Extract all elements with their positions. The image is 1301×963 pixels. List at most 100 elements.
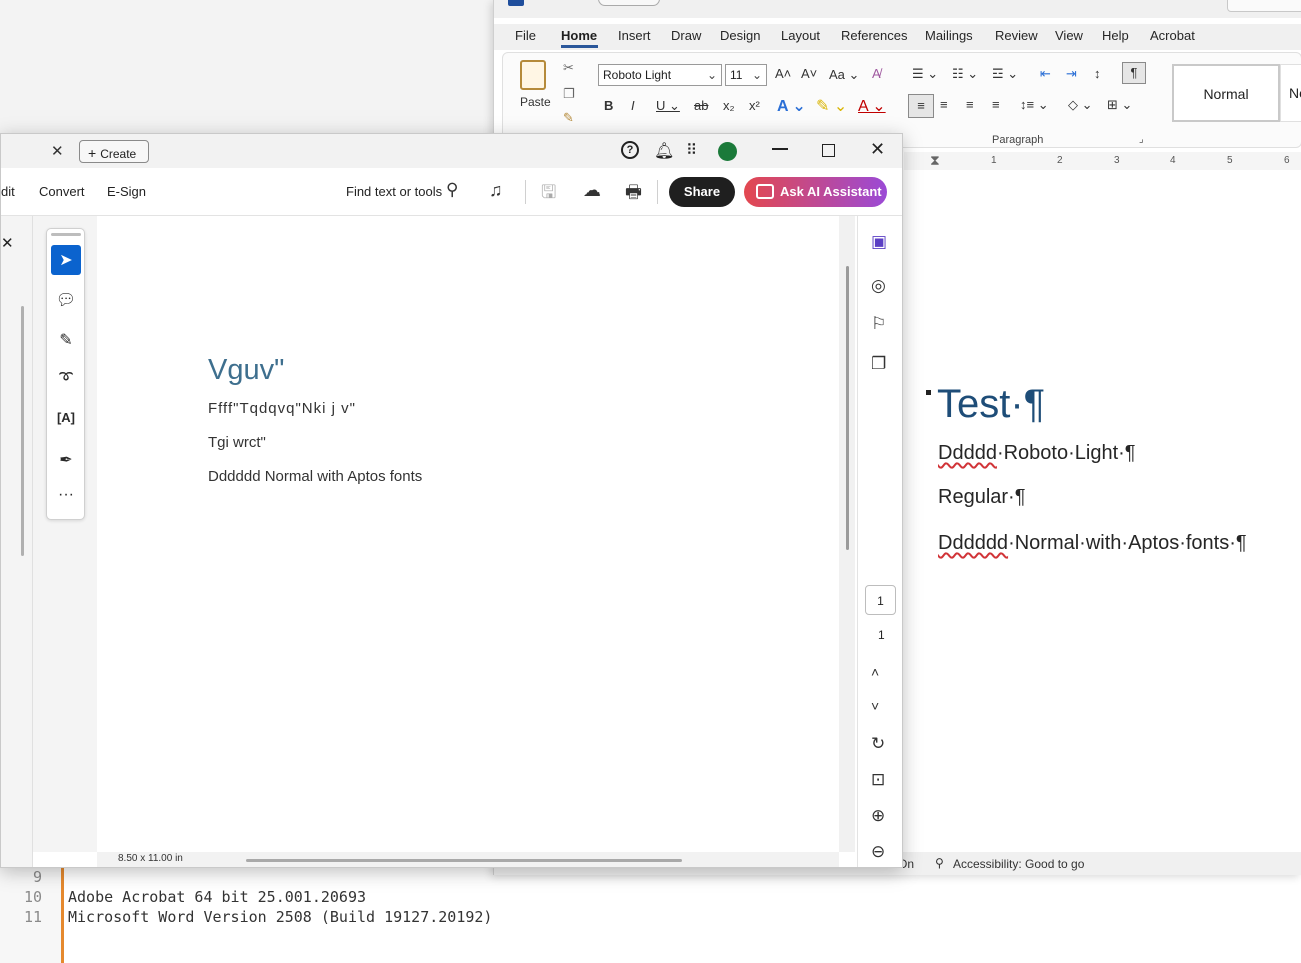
help-icon[interactable]: ? — [621, 141, 639, 159]
avatar[interactable] — [718, 142, 737, 161]
grow-font-icon[interactable]: A˄ — [775, 66, 791, 81]
zoom-out-icon[interactable]: ⊖ — [871, 842, 885, 862]
find-text-tools-button[interactable]: Find text or tools — [346, 184, 442, 199]
tab-draw[interactable]: Draw — [671, 28, 701, 43]
cut-icon[interactable]: ✂ — [563, 60, 574, 76]
tab-review[interactable]: Review — [995, 28, 1038, 43]
underline-icon[interactable]: U ⌄ — [656, 98, 680, 114]
indent-marker-icon[interactable]: ⧗ — [930, 152, 940, 169]
chevron-down-icon[interactable]: ˅ — [871, 698, 879, 714]
accessibility-icon[interactable]: ⚲ — [935, 856, 944, 870]
superscript-icon[interactable]: x² — [749, 98, 760, 113]
search-icon[interactable]: ⚲ — [446, 180, 458, 200]
autosave-toggle[interactable] — [598, 0, 660, 6]
horizontal-scrollbar-thumb[interactable] — [246, 859, 682, 862]
decrease-indent-icon[interactable]: ⇤ — [1040, 66, 1051, 82]
shading-icon[interactable]: ◇ ⌄ — [1068, 97, 1093, 113]
bullets-icon[interactable]: ☰ ⌄ — [912, 66, 938, 82]
vertical-scrollbar-thumb[interactable] — [846, 266, 849, 550]
apps-grid-icon[interactable]: ⠿ — [686, 141, 697, 159]
tab-help[interactable]: Help — [1102, 28, 1129, 43]
change-case-button[interactable]: Aa ⌄ — [829, 67, 859, 83]
close-icon[interactable]: ✕ — [870, 139, 885, 160]
menu-edit[interactable]: dit — [1, 184, 15, 199]
tab-view[interactable]: View — [1055, 28, 1083, 43]
sort-icon[interactable]: ↕ — [1094, 66, 1101, 81]
format-painter-icon[interactable]: ✎ — [563, 110, 574, 126]
code-line[interactable]: Microsoft Word Version 2508 (Build 19127… — [68, 908, 492, 926]
select-tool-icon[interactable]: ➤ — [51, 245, 81, 275]
code-line[interactable]: Adobe Acrobat 64 bit 25.001.20693 — [68, 888, 366, 906]
tab-mailings[interactable]: Mailings — [925, 28, 973, 43]
current-page-field[interactable]: 1 — [865, 585, 896, 615]
document-line-3[interactable]: Dddddd·Normal·with·Aptos·fonts·¶ — [938, 532, 1247, 555]
subscript-icon[interactable]: x₂ — [723, 98, 735, 113]
bookmarks-icon[interactable]: ⚐ — [871, 314, 886, 334]
close-tab-icon[interactable]: ✕ — [51, 142, 64, 160]
sign-tool-icon[interactable]: ✒ — [51, 445, 81, 475]
ai-summary-icon[interactable]: ▣ — [871, 232, 887, 252]
tab-insert[interactable]: Insert — [618, 28, 651, 43]
shrink-font-icon[interactable]: A˅ — [801, 66, 817, 81]
tab-design[interactable]: Design — [720, 28, 760, 43]
word-search-box[interactable] — [1227, 0, 1301, 12]
italic-icon[interactable]: I — [631, 98, 635, 113]
increase-indent-icon[interactable]: ⇥ — [1066, 66, 1077, 82]
align-right-icon[interactable]: ≡ — [966, 97, 974, 112]
multilevel-list-icon[interactable]: ☲ ⌄ — [992, 66, 1018, 82]
tab-layout[interactable]: Layout — [781, 28, 820, 43]
document-title[interactable]: Test·¶ — [937, 382, 1045, 427]
minimize-icon[interactable] — [772, 148, 788, 150]
tool-rail-grip[interactable] — [51, 233, 81, 236]
close-panel-icon[interactable]: ✕ — [1, 234, 14, 252]
menu-convert[interactable]: Convert — [39, 184, 85, 199]
pdf-title-text[interactable]: Vguv" — [208, 354, 284, 387]
line-spacing-icon[interactable]: ↕≡ ⌄ — [1020, 97, 1049, 113]
font-color-icon[interactable]: A ⌄ — [858, 96, 886, 116]
paste-icon[interactable] — [520, 60, 546, 90]
rotate-icon[interactable]: ↻ — [871, 734, 885, 754]
share-button[interactable]: Share — [669, 177, 735, 207]
comment-tool-icon[interactable]: 💬︎ — [51, 285, 81, 315]
align-left-icon[interactable]: ≡ — [908, 94, 934, 118]
maximize-icon[interactable] — [822, 144, 835, 157]
pdf-page[interactable] — [97, 216, 839, 852]
numbering-icon[interactable]: ☷ ⌄ — [952, 66, 978, 82]
menu-esign[interactable]: E-Sign — [107, 184, 146, 199]
strikethrough-icon[interactable]: ab — [694, 98, 708, 113]
pdf-line-3[interactable]: Dddddd Normal with Aptos fonts — [208, 468, 422, 485]
chevron-up-icon[interactable]: ˄ — [871, 664, 879, 680]
justify-icon[interactable]: ≡ — [992, 97, 1000, 112]
paste-button-label[interactable]: Paste — [520, 95, 551, 109]
style-normal[interactable]: Normal — [1172, 64, 1280, 122]
upload-cloud-icon[interactable]: ☁ — [583, 180, 601, 201]
text-box-tool-icon[interactable]: [A] — [51, 405, 81, 435]
borders-icon[interactable]: ⊞ ⌄ — [1107, 97, 1132, 113]
bold-icon[interactable]: B — [604, 98, 613, 113]
comments-panel-icon[interactable]: ◎ — [871, 276, 886, 296]
left-panel-scrollbar[interactable] — [21, 306, 24, 556]
align-center-icon[interactable]: ≡ — [940, 97, 948, 112]
document-line-1[interactable]: Ddddd·Roboto·Light·¶ — [938, 442, 1136, 465]
clear-formatting-icon[interactable]: A̸ — [872, 66, 881, 81]
highlight-tool-icon[interactable]: ✎ — [51, 325, 81, 355]
word-document-page[interactable] — [904, 172, 1301, 852]
font-size-select[interactable]: 11 ⌄ — [725, 64, 767, 86]
more-tools-icon[interactable]: ··· — [51, 481, 81, 511]
headphones-icon[interactable]: ♫ — [489, 180, 503, 201]
print-icon[interactable]: 🖶︎ — [625, 180, 642, 210]
accessibility-status[interactable]: Accessibility: Good to go — [953, 857, 1084, 871]
pdf-line-1[interactable]: Ffff"Tqdqvq"Nki j v" — [208, 400, 356, 417]
tab-references[interactable]: References — [841, 28, 907, 43]
draw-tool-icon[interactable]: ➰︎ — [51, 365, 81, 395]
font-name-select[interactable]: Roboto Light ⌄ — [598, 64, 722, 86]
zoom-in-icon[interactable]: ⊕ — [871, 806, 885, 826]
tab-file[interactable]: File — [515, 28, 536, 43]
pages-thumbnail-icon[interactable]: ❐ — [871, 354, 886, 374]
highlight-icon[interactable]: ✎ ⌄ — [816, 96, 847, 116]
text-effects-icon[interactable]: A ⌄ — [777, 96, 806, 116]
tab-acrobat[interactable]: Acrobat — [1150, 28, 1195, 43]
fit-page-icon[interactable]: ⊡ — [871, 770, 885, 790]
show-formatting-marks-icon[interactable]: ¶ — [1122, 62, 1146, 84]
save-icon[interactable]: 🖫︎ — [541, 180, 556, 210]
